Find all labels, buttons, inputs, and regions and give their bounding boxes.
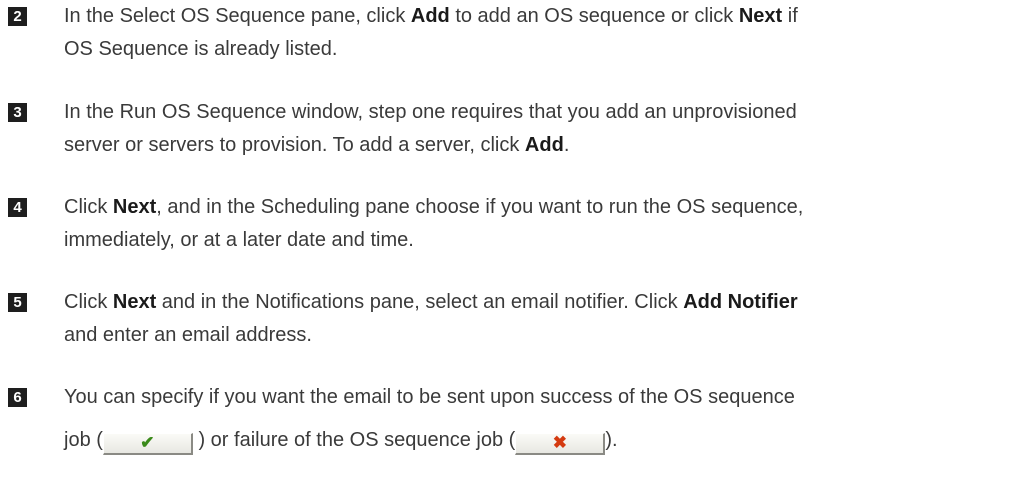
text-run: OS Sequence is already listed. [64, 38, 338, 60]
text-line: OS Sequence is already listed. [64, 33, 1020, 66]
text-run: and enter an email address. [64, 324, 312, 346]
success-notify-button: ✔ [102, 433, 193, 455]
text-line: and enter an email address. [64, 319, 1020, 352]
text-run: , and in the Scheduling pane choose if y… [156, 196, 804, 218]
step-number: 6 [8, 388, 27, 407]
text-run: ). [605, 429, 618, 451]
step-text: In the Select OS Sequence pane, click Ad… [64, 0, 1020, 66]
text-line: In the Select OS Sequence pane, click Ad… [64, 0, 1020, 33]
text-run: immediately, or at a later date and time… [64, 229, 414, 251]
text-run: ) or failure of the OS sequence job ( [192, 429, 516, 451]
text-run: server or servers to provision. To add a… [64, 134, 525, 156]
bold-term: Next [112, 291, 157, 313]
text-line: Click Next, and in the Scheduling pane c… [64, 191, 1020, 224]
text-run: In the Select OS Sequence pane, click [64, 5, 411, 27]
text-line: job ( ✔ ) or failure of the OS sequence j… [64, 424, 1020, 457]
text-run: . [563, 134, 570, 156]
step-text: In the Run OS Sequence window, step one … [64, 96, 1020, 162]
check-icon: ✔ [140, 433, 155, 452]
bold-term: Add Notifier [683, 291, 798, 313]
text-run: job ( [64, 429, 103, 451]
text-line: You can specify if you want the email to… [64, 381, 1020, 414]
cross-icon: ✖ [552, 433, 567, 452]
text-line: immediately, or at a later date and time… [64, 224, 1020, 257]
bold-term: Add [524, 134, 564, 156]
step-number: 5 [8, 293, 27, 312]
text-line: Click Next and in the Notifications pane… [64, 286, 1020, 319]
bold-term: Next [112, 196, 157, 218]
text-run: to add an OS sequence or click [449, 5, 739, 27]
bold-term: Add [410, 5, 450, 27]
text-line: server or servers to provision. To add a… [64, 129, 1020, 162]
text-line: In the Run OS Sequence window, step one … [64, 96, 1020, 129]
step-text: Click Next, and in the Scheduling pane c… [64, 191, 1020, 257]
step-number: 3 [8, 103, 27, 122]
text-run: if [782, 5, 798, 27]
text-run: and in the Notifications pane, select an… [156, 291, 684, 313]
failure-notify-button: ✖ [515, 433, 606, 455]
step-number: 4 [8, 198, 27, 217]
bold-term: Next [738, 5, 783, 27]
step-text: Click Next and in the Notifications pane… [64, 286, 1020, 352]
text-run: Click [64, 196, 113, 218]
step-text: You can specify if you want the email to… [64, 381, 1020, 457]
text-run: Click [64, 291, 113, 313]
text-run: In the Run OS Sequence window, step one … [64, 101, 797, 123]
step-number: 2 [8, 7, 27, 26]
text-run: You can specify if you want the email to… [64, 386, 795, 408]
